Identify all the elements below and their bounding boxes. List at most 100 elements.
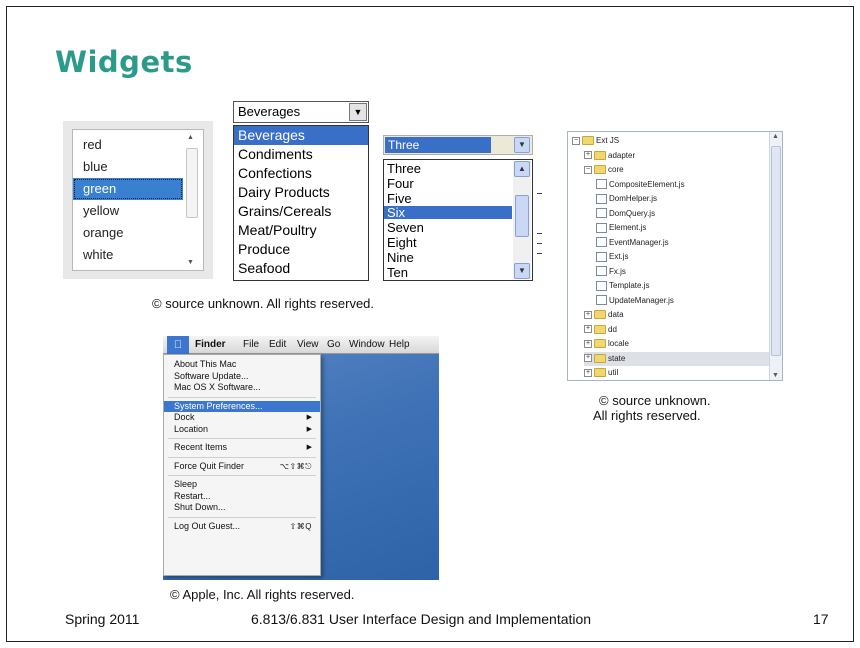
tree-node[interactable]: CompositeElement.js	[596, 178, 685, 192]
scroll-thumb[interactable]	[186, 148, 198, 218]
menu-item-label: Location	[174, 423, 209, 434]
number-combobox[interactable]: Three ▼	[383, 135, 533, 155]
scroll-down-icon[interactable]: ▼	[187, 259, 194, 266]
tree-node[interactable]: UpdateManager.js	[596, 294, 674, 308]
menu-item[interactable]: System Preferences...	[164, 400, 320, 412]
chevron-down-icon[interactable]: ▼	[514, 137, 530, 153]
menu-item-label: System Preferences...	[174, 400, 263, 411]
expand-icon[interactable]: +	[584, 325, 592, 334]
tree-node[interactable]: Template.js	[596, 279, 649, 293]
tree-node[interactable]: DomHelper.js	[596, 192, 657, 206]
expand-icon[interactable]: +	[584, 151, 592, 160]
menubar-item-go[interactable]: Go	[327, 336, 340, 354]
folder-icon	[582, 136, 594, 146]
dropdown-option[interactable]: Confections	[234, 164, 368, 183]
menu-item[interactable]: Shut Down...	[164, 502, 320, 513]
tree-node-label: state	[608, 353, 626, 363]
folder-icon	[594, 353, 606, 363]
tree-node[interactable]: + util	[584, 366, 618, 380]
collapse-icon[interactable]: −	[572, 136, 580, 145]
tree-scrollbar[interactable]: ▲ ▼	[769, 132, 782, 380]
tree-node[interactable]: Element.js	[596, 221, 646, 235]
dropdown-option[interactable]: Grains/Cereals	[234, 202, 368, 221]
listbox-item-green[interactable]: green	[73, 178, 183, 200]
dropdown-option[interactable]: Seafood	[234, 259, 368, 278]
chevron-up-icon[interactable]: ▲	[514, 161, 530, 177]
dropdown-list: Beverages Condiments Confections Dairy Prod…	[233, 125, 369, 281]
menu-item[interactable]: Log Out Guest... ⇧⌘Q	[164, 521, 320, 532]
tree-node[interactable]: EventManager.js	[596, 236, 669, 250]
collapse-icon[interactable]: −	[584, 165, 592, 174]
scroll-thumb[interactable]	[771, 146, 781, 356]
caption-tree-line2: All rights reserved.	[593, 408, 701, 423]
number-option[interactable]: Three	[384, 162, 512, 175]
listbox-item-white[interactable]: white	[73, 244, 183, 266]
tree-node[interactable]: + state	[584, 351, 780, 366]
category-dropdown[interactable]: Beverages ▼	[233, 101, 369, 123]
menu-item[interactable]: Sleep	[164, 479, 320, 490]
listbox-item-yellow[interactable]: yellow	[73, 200, 183, 222]
tree-node[interactable]: DomQuery.js	[596, 207, 655, 221]
tree-node[interactable]: Ext.js	[596, 250, 629, 264]
scroll-up-icon[interactable]: ▲	[187, 134, 194, 141]
chevron-down-icon[interactable]: ▼	[514, 263, 530, 279]
dropdown-option[interactable]: Beverages	[234, 126, 368, 145]
menu-item[interactable]: Mac OS X Software...	[164, 382, 320, 393]
number-list-scrollbar[interactable]: ▲ ▼	[513, 161, 531, 279]
footer-term: Spring 2011	[65, 611, 140, 627]
dropdown-option[interactable]: Condiments	[234, 145, 368, 164]
tree-node[interactable]: + adapter	[584, 149, 635, 163]
listbox-item-orange[interactable]: orange	[73, 222, 183, 244]
menu-item[interactable]: Dock ▶	[164, 412, 320, 423]
dropdown-option[interactable]: Meat/Poultry	[234, 221, 368, 240]
scroll-down-icon[interactable]: ▼	[772, 372, 779, 379]
menu-item[interactable]: Software Update...	[164, 371, 320, 382]
tree-node-label: Fx.js	[609, 266, 626, 276]
number-option[interactable]: Seven	[384, 221, 512, 234]
menu-item[interactable]: Recent Items ▶	[164, 442, 320, 453]
color-listbox[interactable]: ▲ ▼ red blue green yellow orange white	[72, 129, 204, 271]
apple-icon[interactable]: 	[167, 336, 189, 354]
tree-node[interactable]: + dd	[584, 323, 617, 337]
tree-node[interactable]: Fx.js	[596, 265, 626, 279]
number-option[interactable]: Nine	[384, 251, 512, 264]
menu-shortcut: ⌥⇧⌘⎋	[279, 461, 312, 471]
menu-item[interactable]: Location ▶	[164, 424, 320, 435]
dropdown-option[interactable]: Produce	[234, 240, 368, 259]
number-option[interactable]: Eight	[384, 236, 512, 249]
dropdown-value: Beverages	[238, 104, 301, 119]
menubar-item-edit[interactable]: Edit	[269, 336, 286, 354]
listbox-item-red[interactable]: red	[73, 134, 183, 156]
menu-item[interactable]: Restart...	[164, 491, 320, 502]
expand-icon[interactable]: +	[584, 354, 592, 363]
menu-item[interactable]: About This Mac	[164, 359, 320, 370]
menu-item-label: Restart...	[174, 490, 211, 501]
number-option[interactable]: Five	[384, 192, 512, 205]
number-option[interactable]: Six	[384, 206, 512, 220]
listbox-scrollbar[interactable]: ▲ ▼	[184, 134, 199, 266]
folder-icon	[594, 165, 606, 175]
tree-node[interactable]: + data	[584, 308, 624, 322]
tree-node[interactable]: − core	[584, 163, 624, 177]
expand-icon[interactable]: +	[584, 310, 592, 319]
tree-node[interactable]: − Ext JS	[572, 134, 619, 148]
expand-icon[interactable]: +	[584, 339, 592, 348]
scroll-thumb[interactable]	[515, 195, 529, 237]
scroll-up-icon[interactable]: ▲	[772, 133, 779, 140]
number-option[interactable]: Four	[384, 177, 512, 190]
expand-icon[interactable]: +	[584, 368, 592, 377]
footer-page-number: 17	[813, 611, 829, 627]
footer-course: 6.813/6.831 User Interface Design and Im…	[251, 611, 592, 627]
tree-node[interactable]: + locale	[584, 337, 629, 351]
file-icon	[596, 193, 607, 204]
listbox-item-blue[interactable]: blue	[73, 156, 183, 178]
menubar-item-help[interactable]: Help	[389, 336, 410, 354]
menubar-item-file[interactable]: File	[243, 336, 259, 354]
menubar-item-window[interactable]: Window	[349, 336, 385, 354]
number-option[interactable]: Ten	[384, 266, 512, 279]
menubar-item-view[interactable]: View	[297, 336, 319, 354]
dropdown-option[interactable]: Dairy Products	[234, 183, 368, 202]
dropdown-arrow-icon[interactable]: ▼	[349, 103, 367, 121]
menu-item[interactable]: Force Quit Finder ⌥⇧⌘⎋	[164, 461, 320, 472]
menubar-item-finder[interactable]: Finder	[195, 336, 226, 354]
